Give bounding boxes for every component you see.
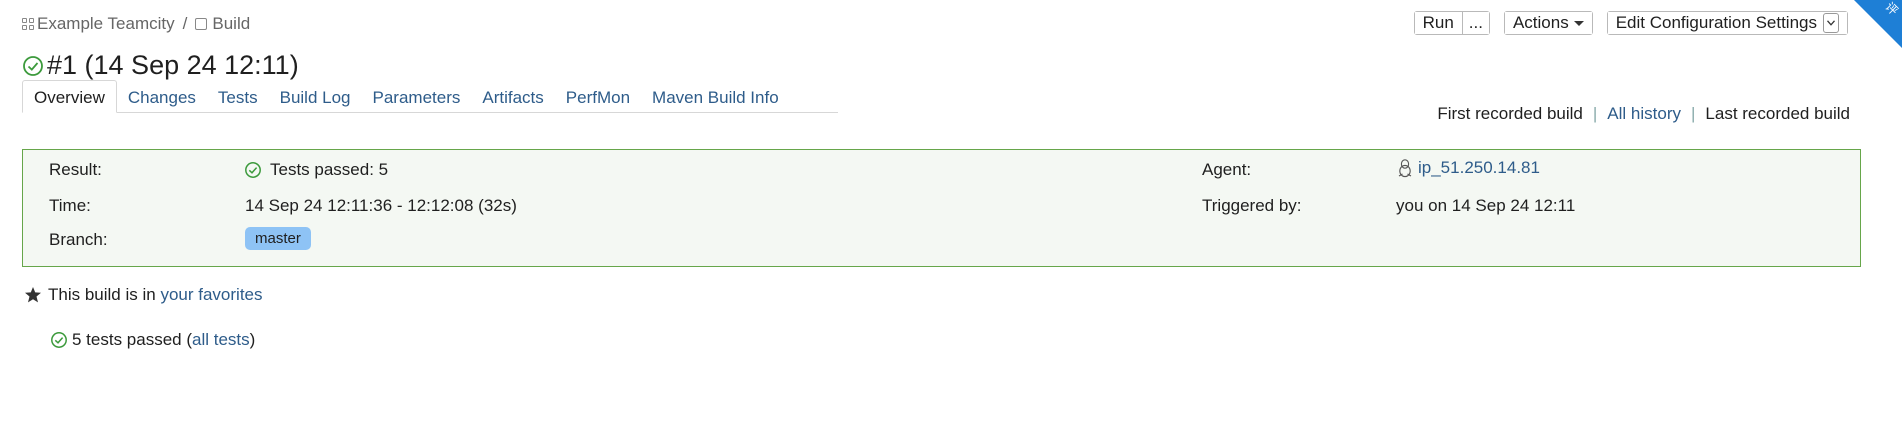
tests-passed-text: 5 tests passed ( <box>72 330 193 349</box>
build-history-nav: First recorded build | All history | Las… <box>1437 104 1850 124</box>
success-check-icon <box>23 55 43 76</box>
breadcrumb-project-label: Example Teamcity <box>37 14 175 33</box>
all-history-link[interactable]: All history <box>1607 104 1681 124</box>
tab-overview[interactable]: Overview <box>22 80 117 113</box>
run-button[interactable]: Run <box>1414 12 1462 34</box>
run-button-group: Run ... <box>1413 11 1490 35</box>
breadcrumb-build-config-link[interactable]: Build <box>195 14 250 34</box>
breadcrumb: Example Teamcity / Build <box>22 14 250 34</box>
edit-configuration-button[interactable]: Edit Configuration Settings <box>1606 11 1848 35</box>
favorites-prefix: This build is in <box>48 285 156 304</box>
star-icon[interactable] <box>24 286 42 304</box>
build-tabs: Overview Changes Tests Build Log Paramet… <box>22 80 838 113</box>
result-label: Result: <box>49 160 102 179</box>
tab-parameters[interactable]: Parameters <box>362 81 472 112</box>
agent-link[interactable]: ip_51.250.14.81 <box>1418 158 1540 178</box>
agent-label: Agent: <box>1202 160 1252 179</box>
tests-summary: 5 tests passed (all tests) <box>50 330 255 350</box>
tab-build-log[interactable]: Build Log <box>269 81 362 112</box>
breadcrumb-build-config-label: Build <box>212 14 251 33</box>
time-label: Time: <box>49 196 91 215</box>
time-value: 14 Sep 24 12:11:36 - 12:12:08 (32s) <box>245 196 517 215</box>
triggered-by-label: Triggered by: <box>1202 196 1302 215</box>
breadcrumb-separator: / <box>182 14 188 33</box>
tab-artifacts[interactable]: Artifacts <box>471 81 554 112</box>
all-tests-link[interactable]: all tests <box>192 330 250 350</box>
build-title: #1 (14 Sep 24 12:11) <box>47 50 299 80</box>
edit-configuration-label: Edit Configuration Settings <box>1615 13 1817 32</box>
branch-badge[interactable]: master <box>245 227 311 250</box>
branch-label: Branch: <box>49 230 108 249</box>
favorites-link[interactable]: your favorites <box>160 285 262 305</box>
breadcrumb-project-link[interactable]: Example Teamcity <box>22 14 175 34</box>
actions-label: Actions <box>1512 13 1569 32</box>
tab-changes[interactable]: Changes <box>117 81 207 112</box>
build-toolbar: Run ... Actions Edit Configuration Setti… <box>1413 11 1848 35</box>
result-text: Tests passed: 5 <box>270 160 389 179</box>
linux-penguin-icon <box>1398 159 1412 178</box>
first-recorded-build: First recorded build <box>1437 104 1583 123</box>
dropdown-chevron-icon[interactable] <box>1823 13 1839 33</box>
build-config-icon <box>195 18 208 30</box>
history-divider: | <box>1690 104 1696 123</box>
tab-tests[interactable]: Tests <box>207 81 269 112</box>
tab-maven-build-info[interactable]: Maven Build Info <box>641 81 790 112</box>
favorites-line: This build is in your favorites <box>24 285 263 305</box>
history-divider: | <box>1592 104 1598 123</box>
chevron-down-icon <box>1573 20 1584 26</box>
page-title: #1 (14 Sep 24 12:11) <box>22 50 299 81</box>
actions-dropdown[interactable]: Actions <box>1503 11 1593 35</box>
tests-suffix: ) <box>249 330 256 349</box>
success-check-icon <box>51 332 67 348</box>
success-check-icon <box>245 162 261 178</box>
tab-perfmon[interactable]: PerfMon <box>555 81 641 112</box>
last-recorded-build: Last recorded build <box>1705 104 1850 123</box>
run-custom-button[interactable]: ... <box>1461 12 1489 34</box>
project-grid-icon <box>22 18 34 30</box>
build-summary-panel: Result: Tests passed: 5 Time: 14 Sep 24 … <box>22 149 1861 267</box>
result-value: Tests passed: 5 <box>244 160 388 180</box>
triggered-by-value: you on 14 Sep 24 12:11 <box>1396 196 1576 215</box>
